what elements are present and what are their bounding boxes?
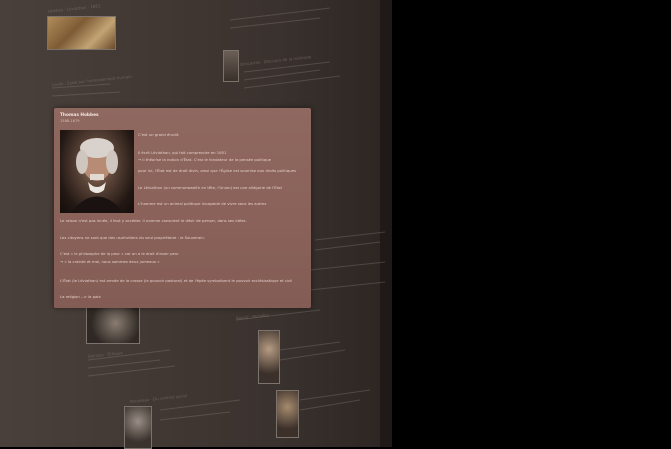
text-line-3: → il théorise la notion d'État. C'est le… [138,157,271,162]
text-line-1: C'est un grand érudit. [138,132,180,137]
text-line-11: L'État (le Léviathan) est armée de la cr… [60,278,293,283]
text-line-5: Le Léviathan (un commonwealth en tête, l… [138,185,282,190]
text-line-6: L'homme est un animal politique incapabl… [138,201,267,206]
text-line-8: Les citoyens ne sont que des usufruitier… [60,235,205,240]
card-title: Thomas Hobbes [60,113,99,118]
text-line-12: La religion --> la paix [60,294,101,299]
text-line-9: C'est « le philosophe de la peur » car o… [60,251,179,256]
text-line-4: pour lui, l'État est de droit divin, ain… [138,168,296,173]
card-dates: 1588-1679 [60,119,80,123]
text-line-2: Il écrit Léviathan, qui fait comprendre … [138,150,227,155]
text-line-10: → « la crainte et moi, nous sommes deux … [60,259,160,264]
portrait-image [60,130,134,213]
text-line-7: Le raison n'est pas innée, il faut y acc… [60,218,247,223]
portrait-figure [70,138,124,213]
detail-card-thomas-hobbes[interactable]: Thomas Hobbes 1588-1679 C'est un grand é… [54,108,311,308]
